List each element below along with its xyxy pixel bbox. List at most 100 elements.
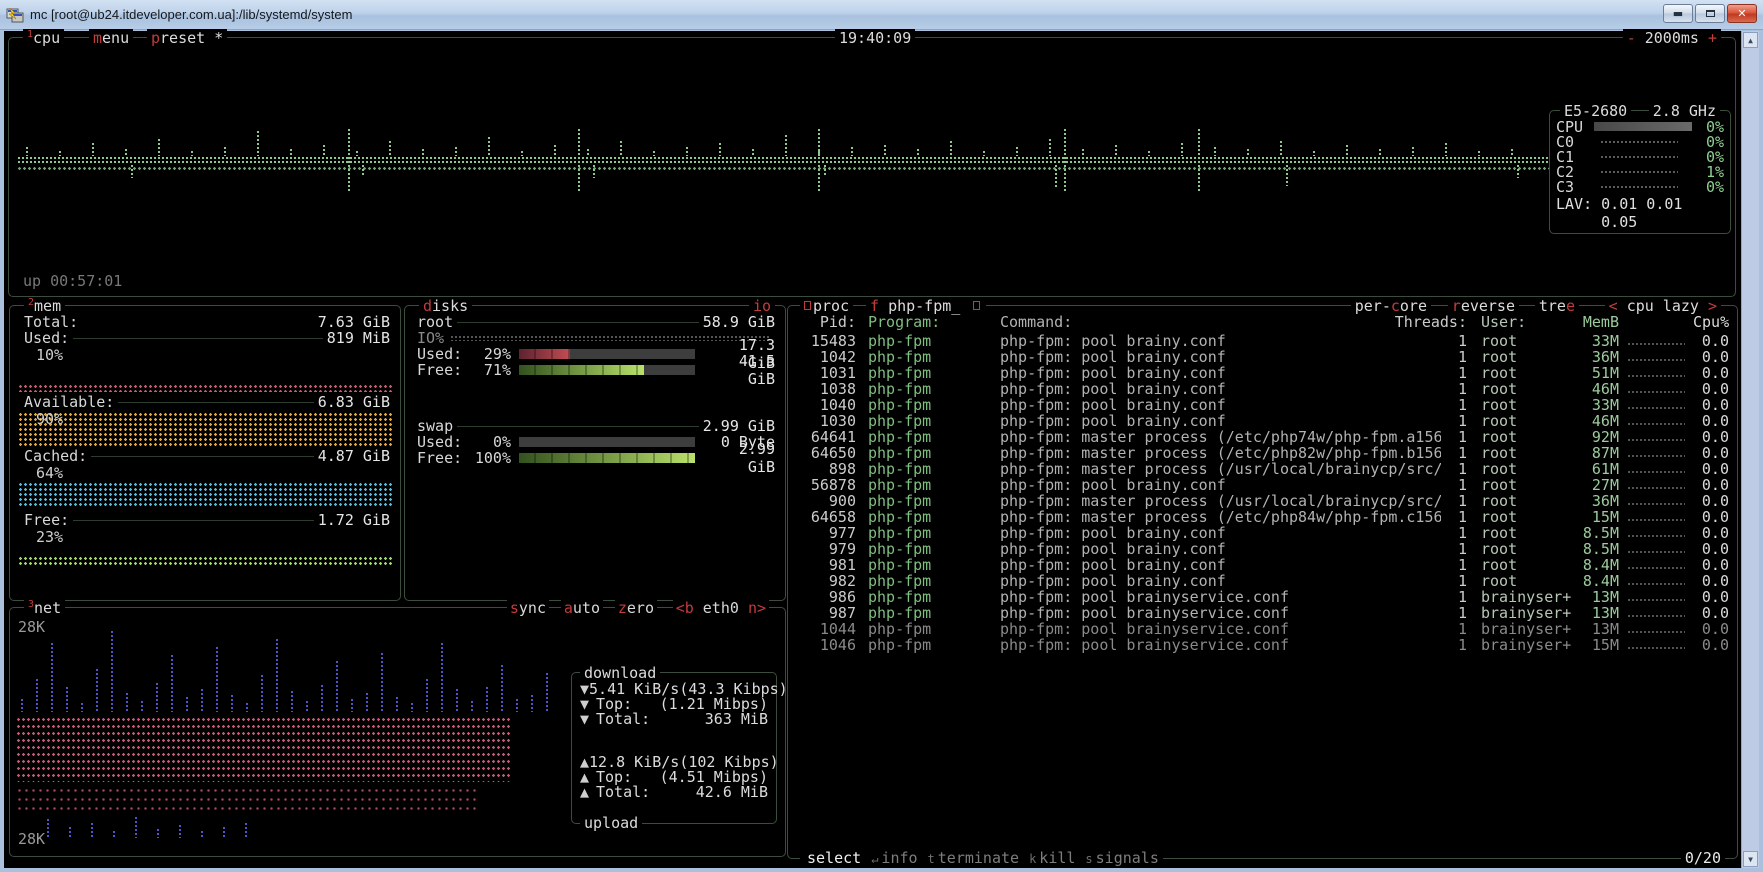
net-box-toggle[interactable]: 3net bbox=[24, 599, 65, 617]
selection-counter: 0/20 bbox=[1681, 849, 1725, 867]
interval-plus-button[interactable]: + bbox=[1708, 29, 1717, 47]
disk-free-row: Free:71% 41.5 GiB bbox=[405, 362, 785, 378]
preset-button[interactable]: preset * bbox=[147, 29, 227, 47]
process-cpu-minigraph bbox=[1627, 374, 1685, 379]
process-row[interactable]: 64650 php-fpm php-fpm: master process (/… bbox=[788, 445, 1737, 461]
process-row[interactable]: 64658 php-fpm php-fpm: master process (/… bbox=[788, 509, 1737, 525]
update-interval: - 2000ms + bbox=[1623, 29, 1721, 47]
process-cpu-minigraph bbox=[1627, 614, 1685, 619]
disks-box-toggle[interactable]: disks bbox=[419, 297, 472, 315]
proc-box: proc f php-fpm_ per-core reverse tree < … bbox=[787, 305, 1738, 859]
down-arrow-icon: ▼ bbox=[580, 710, 596, 728]
process-row[interactable]: 1046 php-fpm php-fpm: pool brainyservice… bbox=[788, 637, 1737, 653]
net-stats-panel: download upload ▼ 5.41 KiB/s (43.3 Kibps… bbox=[571, 672, 777, 824]
swap-used-bar bbox=[519, 437, 695, 447]
process-pid: 1046 bbox=[788, 636, 856, 654]
putty-icon bbox=[6, 7, 24, 23]
mem-total-row: Total:7.63 GiB bbox=[10, 314, 400, 330]
cpu-frequency: 2.8 GHz bbox=[1649, 102, 1720, 120]
sort-prev-button[interactable]: < bbox=[1609, 297, 1618, 315]
process-row[interactable]: 982 php-fpm php-fpm: pool brainy.conf 1 … bbox=[788, 573, 1737, 589]
swap-free-bar bbox=[519, 453, 695, 463]
process-row[interactable]: 986 php-fpm php-fpm: pool brainyservice.… bbox=[788, 589, 1737, 605]
disk-name-row: root58.9 GiB bbox=[405, 314, 785, 330]
proc-box-toggle[interactable]: proc bbox=[800, 297, 853, 315]
process-row[interactable]: 900 php-fpm php-fpm: master process (/us… bbox=[788, 493, 1737, 509]
process-cpu-minigraph bbox=[1627, 582, 1685, 587]
disk-free-bar bbox=[519, 365, 695, 375]
process-row[interactable]: 981 php-fpm php-fpm: pool brainy.conf 1 … bbox=[788, 557, 1737, 573]
process-row[interactable]: 1038 php-fpm php-fpm: pool brainy.conf 1… bbox=[788, 381, 1737, 397]
clear-filter-button[interactable] bbox=[973, 301, 980, 310]
sort-selector: < cpu lazy > bbox=[1605, 297, 1721, 315]
sort-next-button[interactable]: > bbox=[1708, 297, 1717, 315]
menu-button[interactable]: menu bbox=[89, 29, 133, 47]
reverse-toggle[interactable]: reverse bbox=[1448, 297, 1519, 315]
swap-free-row: Free:100% 2.99 GiB bbox=[405, 450, 785, 466]
mem-free-graph bbox=[18, 556, 392, 565]
net-auto-toggle[interactable]: auto bbox=[561, 599, 603, 617]
footer-action[interactable]: ↵info bbox=[871, 849, 917, 867]
mem-box-toggle[interactable]: 2mem bbox=[24, 297, 65, 315]
core-row: C3 0% bbox=[1550, 179, 1730, 194]
mem-cached-graph bbox=[18, 482, 392, 508]
process-cpu-minigraph bbox=[1627, 646, 1685, 651]
cpu-box: 1cpu menu preset * 19:40:09 - 2000ms + u… bbox=[8, 37, 1736, 297]
process-row[interactable]: 1031 php-fpm php-fpm: pool brainy.conf 1… bbox=[788, 365, 1737, 381]
scroll-up-button[interactable]: ▲ bbox=[1743, 32, 1758, 48]
tree-toggle[interactable]: tree bbox=[1535, 297, 1579, 315]
process-cpu-minigraph bbox=[1627, 550, 1685, 555]
process-row[interactable]: 1040 php-fpm php-fpm: pool brainy.conf 1… bbox=[788, 397, 1737, 413]
process-row[interactable]: 979 php-fpm php-fpm: pool brainy.conf 1 … bbox=[788, 541, 1737, 557]
footer-action[interactable]: select bbox=[804, 849, 861, 867]
up-arrow-icon: ▲ bbox=[580, 783, 596, 801]
maximize-button[interactable] bbox=[1695, 4, 1725, 23]
process-cpu-minigraph bbox=[1627, 566, 1685, 571]
window-titlebar[interactable]: mc [root@ub24.itdeveloper.com.ua]:/lib/s… bbox=[0, 0, 1763, 30]
process-row[interactable]: 64641 php-fpm php-fpm: master process (/… bbox=[788, 429, 1737, 445]
iface-name: eth0 bbox=[703, 599, 739, 617]
close-button[interactable]: ✕ bbox=[1727, 4, 1757, 23]
net-zero-toggle[interactable]: zero bbox=[615, 599, 657, 617]
process-cpu-minigraph bbox=[1627, 502, 1685, 507]
mem-available-graph bbox=[18, 412, 392, 446]
process-row[interactable]: 977 php-fpm php-fpm: pool brainy.conf 1 … bbox=[788, 525, 1737, 541]
footer-action[interactable]: tterminate bbox=[928, 849, 1020, 867]
minimize-button[interactable]: ▬ bbox=[1663, 4, 1693, 23]
upload-total-row: ▲ Total: 42.6 MiB bbox=[580, 784, 768, 799]
proc-footer-keys: select ↵info tterminate kkill ssignals bbox=[800, 849, 1163, 867]
io-mode-toggle[interactable]: io bbox=[749, 297, 775, 315]
net-upload-scale: 28K bbox=[18, 830, 45, 848]
process-cpu-minigraph bbox=[1627, 390, 1685, 395]
process-threads: 1 bbox=[1441, 636, 1467, 654]
terminal-scrollbar[interactable]: ▲ ▼ bbox=[1741, 31, 1759, 868]
per-core-toggle[interactable]: per-core bbox=[1351, 297, 1431, 315]
process-row[interactable]: 15483 php-fpm php-fpm: pool brainy.conf … bbox=[788, 333, 1737, 349]
process-table-header: Pid: Program: Command: Threads: User: Me… bbox=[788, 313, 1737, 331]
cpu-box-toggle[interactable]: 1cpu bbox=[23, 29, 64, 47]
mem-used-graph bbox=[18, 384, 392, 392]
core-graph bbox=[1600, 185, 1678, 190]
load-average: LAV: 0.01 0.01 0.05 bbox=[1550, 194, 1730, 231]
mem-free-percent: 23% bbox=[10, 528, 400, 544]
filter-input[interactable]: f php-fpm_ bbox=[866, 297, 986, 315]
footer-action[interactable]: ssignals bbox=[1085, 849, 1158, 867]
process-user: brainyser+ bbox=[1467, 636, 1571, 654]
mem-used-row: Used:819 MiB bbox=[10, 330, 400, 346]
net-sync-toggle[interactable]: sync bbox=[507, 599, 549, 617]
process-row[interactable]: 1042 php-fpm php-fpm: pool brainy.conf 1… bbox=[788, 349, 1737, 365]
download-total-row: ▼ Total: 363 MiB bbox=[580, 711, 768, 726]
process-row[interactable]: 898 php-fpm php-fpm: master process (/us… bbox=[788, 461, 1737, 477]
net-traffic-graph bbox=[16, 616, 568, 848]
interval-minus-button[interactable]: - bbox=[1627, 29, 1636, 47]
footer-action[interactable]: kkill bbox=[1029, 849, 1075, 867]
iface-prev-button[interactable]: <b bbox=[676, 599, 694, 617]
process-row[interactable]: 987 php-fpm php-fpm: pool brainyservice.… bbox=[788, 605, 1737, 621]
process-row[interactable]: 56878 php-fpm php-fpm: pool brainy.conf … bbox=[788, 477, 1737, 493]
process-row[interactable]: 1044 php-fpm php-fpm: pool brainyservice… bbox=[788, 621, 1737, 637]
putty-window: mc [root@ub24.itdeveloper.com.ua]:/lib/s… bbox=[0, 0, 1763, 872]
iface-next-button[interactable]: n> bbox=[748, 599, 766, 617]
process-row[interactable]: 1030 php-fpm php-fpm: pool brainy.conf 1… bbox=[788, 413, 1737, 429]
scroll-down-button[interactable]: ▼ bbox=[1743, 851, 1758, 867]
process-cpu-minigraph bbox=[1627, 630, 1685, 635]
